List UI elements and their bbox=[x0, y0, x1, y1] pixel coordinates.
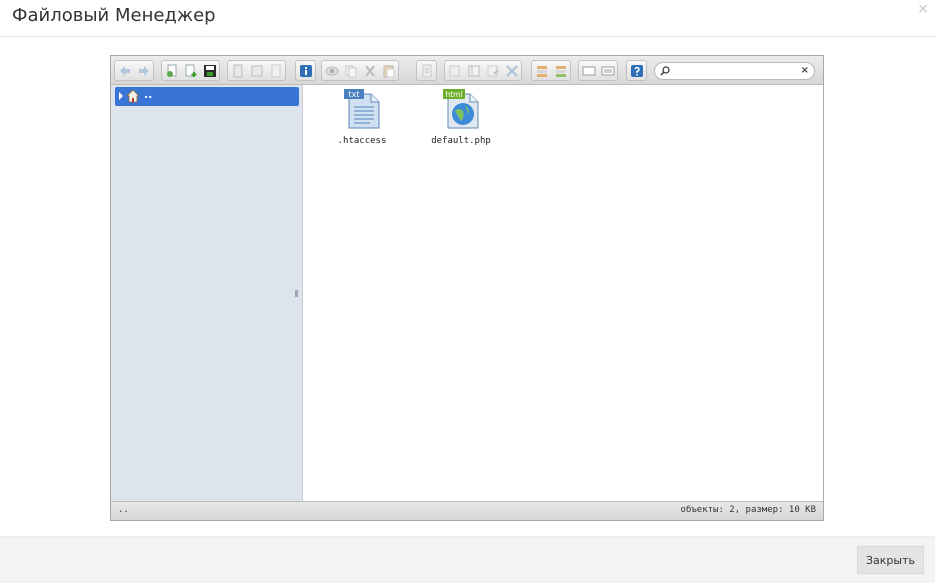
file-item[interactable]: html default.php bbox=[426, 85, 496, 155]
file-manager: × .. txt .htaccess html default.php .. о… bbox=[110, 55, 824, 521]
status-bar: .. объекты: 2, размер: 10 KB bbox=[111, 501, 823, 520]
file-item[interactable]: txt .htaccess bbox=[327, 85, 397, 155]
toolbar-group-file bbox=[161, 60, 220, 81]
icons-view-button[interactable] bbox=[579, 61, 598, 80]
back-icon bbox=[119, 65, 130, 76]
properties-icon bbox=[487, 65, 499, 76]
copy-icon bbox=[345, 65, 356, 77]
list-view-icon bbox=[601, 66, 614, 75]
info-icon bbox=[299, 64, 312, 77]
toolbar-group-tools bbox=[444, 60, 522, 81]
help-button[interactable] bbox=[627, 61, 646, 80]
paste-icon bbox=[383, 65, 394, 77]
save-icon bbox=[203, 64, 216, 77]
home-icon bbox=[126, 89, 140, 103]
resize-icon bbox=[505, 64, 518, 77]
icons-view-icon bbox=[582, 66, 595, 75]
preview-button[interactable] bbox=[322, 61, 341, 80]
status-info: объекты: 2, размер: 10 KB bbox=[680, 505, 816, 515]
edit-button[interactable] bbox=[464, 61, 483, 80]
back-button[interactable] bbox=[115, 61, 134, 80]
toolbar-group-help bbox=[626, 60, 647, 81]
dialog-title: Файловый Менеджер bbox=[12, 5, 216, 26]
rename-button[interactable] bbox=[445, 61, 464, 80]
toolbar-group-edit bbox=[321, 60, 399, 81]
info-button[interactable] bbox=[296, 61, 315, 80]
close-button[interactable]: Закрыть bbox=[857, 546, 924, 574]
properties-button[interactable] bbox=[483, 61, 502, 80]
extract-button[interactable] bbox=[551, 61, 570, 80]
resize-button[interactable] bbox=[502, 61, 521, 80]
toolbar-group-archive bbox=[531, 60, 571, 81]
help-icon bbox=[630, 64, 643, 77]
txt-file-icon: txt bbox=[344, 89, 380, 129]
file-name: .htaccess bbox=[337, 136, 387, 146]
toolbar-group-view bbox=[578, 60, 618, 81]
open-icon bbox=[233, 64, 242, 77]
save-button[interactable] bbox=[200, 61, 219, 80]
forward-button[interactable] bbox=[134, 61, 153, 80]
navigation-pane: .. bbox=[111, 85, 303, 501]
file-name: default.php bbox=[431, 136, 491, 146]
expand-arrow-icon[interactable] bbox=[119, 92, 123, 100]
file-manager-dialog: Файловый Менеджер × × .. txt .htaccess h… bbox=[0, 0, 935, 583]
new-file-icon bbox=[185, 64, 196, 77]
forward-icon bbox=[138, 65, 149, 76]
status-path: .. bbox=[118, 505, 129, 515]
download-button[interactable] bbox=[266, 61, 285, 80]
copy-file-button[interactable] bbox=[247, 61, 266, 80]
rename-icon bbox=[449, 65, 459, 76]
dialog-footer: Закрыть bbox=[0, 536, 935, 583]
clear-search-icon[interactable]: × bbox=[801, 63, 809, 79]
list-view-button[interactable] bbox=[598, 61, 617, 80]
reload-icon bbox=[166, 64, 176, 77]
toolbar-group-duplicate bbox=[416, 60, 437, 81]
reload-button[interactable] bbox=[162, 61, 181, 80]
toolbar-group-info bbox=[295, 60, 316, 81]
duplicate-icon bbox=[422, 64, 431, 77]
file-list: txt .htaccess html default.php bbox=[304, 85, 823, 501]
copy-button[interactable] bbox=[341, 61, 360, 80]
html-file-icon: html bbox=[443, 89, 479, 129]
toolbar-group-history bbox=[114, 60, 154, 81]
close-icon[interactable]: × bbox=[917, 2, 929, 16]
toolbar: × bbox=[111, 56, 823, 85]
archive-icon bbox=[536, 65, 547, 77]
preview-icon bbox=[325, 66, 338, 75]
pane-resize-handle[interactable] bbox=[295, 290, 298, 297]
new-file-button[interactable] bbox=[181, 61, 200, 80]
search-icon bbox=[660, 66, 670, 76]
cut-button[interactable] bbox=[360, 61, 379, 80]
cut-icon bbox=[364, 64, 375, 77]
file-badge: txt bbox=[348, 90, 359, 99]
archive-button[interactable] bbox=[532, 61, 551, 80]
open-button[interactable] bbox=[228, 61, 247, 80]
dialog-header: Файловый Менеджер × bbox=[0, 0, 935, 37]
file-badge: html bbox=[445, 90, 462, 99]
nav-item-root[interactable]: .. bbox=[115, 87, 299, 106]
paste-button[interactable] bbox=[379, 61, 398, 80]
extract-icon bbox=[555, 65, 566, 77]
toolbar-group-open bbox=[227, 60, 286, 81]
copy-file-icon bbox=[251, 65, 262, 76]
nav-item-label: .. bbox=[144, 88, 153, 101]
duplicate-button[interactable] bbox=[417, 61, 436, 80]
search-box: × bbox=[654, 62, 815, 80]
edit-icon bbox=[468, 65, 479, 76]
download-icon bbox=[271, 64, 280, 77]
